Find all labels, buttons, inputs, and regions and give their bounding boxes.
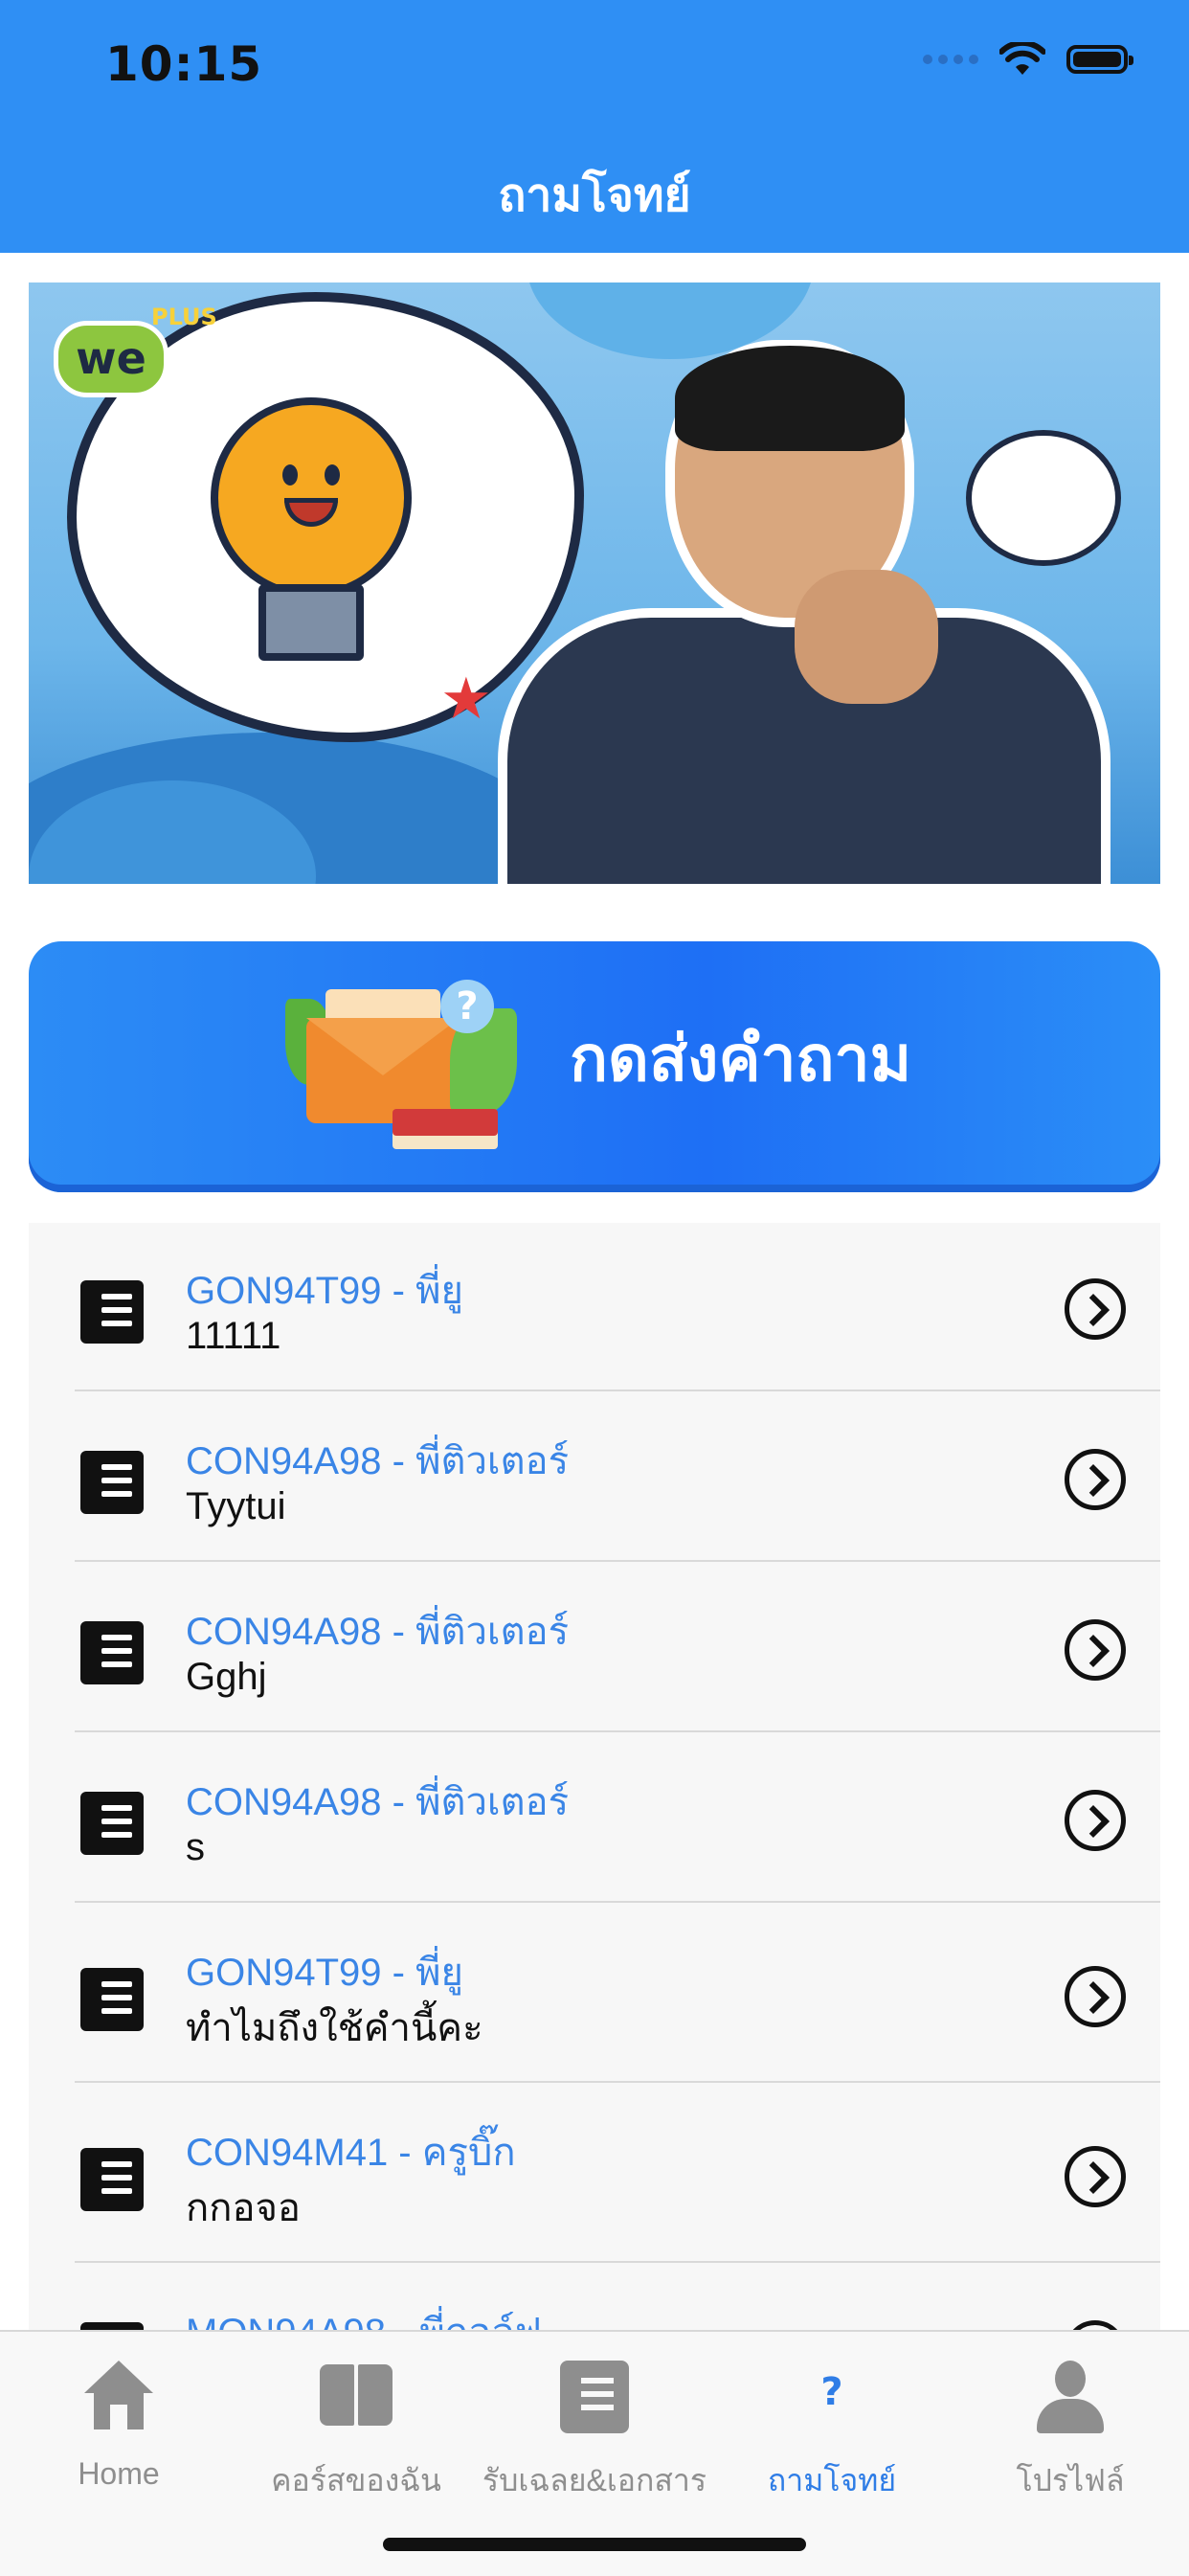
tab-ask-question[interactable]: ? ถามโจทย์ [713, 2351, 951, 2497]
battery-icon [1066, 45, 1133, 74]
document-icon [80, 1792, 144, 1855]
chevron-right-icon[interactable] [1065, 2146, 1126, 2207]
tab-label: ถามโจทย์ [767, 2463, 897, 2497]
send-question-button[interactable]: ? กดส่งคำถาม [29, 941, 1160, 1192]
page-title: ถามโจทย์ [498, 169, 691, 222]
question-title: GON94T99 - พี่ยู [186, 1270, 463, 1312]
document-icon [80, 2322, 144, 2330]
question-title: CON94M41 - ครูบิ๊ก [186, 2132, 516, 2174]
chevron-right-icon[interactable] [1065, 1619, 1126, 1681]
document-icon [80, 1968, 144, 2031]
book-icon [320, 2361, 393, 2429]
promo-banner[interactable]: we PLUS ★ [29, 282, 1160, 884]
home-icon [84, 2361, 153, 2429]
list-item[interactable]: CON94M41 - ครูบิ๊ก กกอจอ [29, 2085, 1160, 2263]
tab-label: Home [78, 2456, 160, 2491]
tab-label: รับเฉลย&เอกสาร [482, 2463, 707, 2497]
question-text: กกอจอ [186, 2187, 301, 2229]
document-icon [560, 2361, 629, 2433]
question-title: GON94T99 - พี่ยู [186, 1952, 463, 1994]
chevron-right-icon[interactable] [1065, 1966, 1126, 2027]
question-title: CON94A98 - พี่ติวเตอร์ [186, 1611, 570, 1653]
tutor-photo [479, 340, 1110, 884]
tab-label: คอร์สของฉัน [271, 2463, 441, 2497]
question-text: s [186, 1826, 205, 1868]
question-list[interactable]: GON94T99 - พี่ยู 11111 CON94A98 - พี่ติว… [29, 1223, 1160, 2330]
send-question-label: กดส่งคำถาม [570, 1023, 912, 1094]
tab-profile[interactable]: โปรไฟล์ [952, 2351, 1189, 2497]
list-item[interactable]: CON94A98 - พี่ติวเตอร์ Gghj [29, 1564, 1160, 1732]
document-icon [80, 1451, 144, 1514]
document-icon [80, 1621, 144, 1684]
question-text: Tyytui [186, 1485, 286, 1527]
we-plus-logo: we [54, 321, 168, 397]
question-text: Gghj [186, 1656, 267, 1698]
wifi-icon [999, 42, 1045, 75]
document-icon [80, 2148, 144, 2211]
we-plus-logo-suffix: PLUS [151, 304, 217, 330]
tab-my-courses[interactable]: คอร์สของฉัน [237, 2351, 475, 2497]
list-item[interactable]: CON94A98 - พี่ติวเตอร์ Tyytui [29, 1393, 1160, 1562]
tab-solutions-documents[interactable]: รับเฉลย&เอกสาร [476, 2351, 713, 2497]
status-time: 10:15 [105, 36, 263, 92]
header-bar: 10:15 ถามโจทย์ [0, 0, 1189, 253]
tab-label: โปรไฟล์ [1016, 2463, 1125, 2497]
chevron-right-icon[interactable] [1065, 1449, 1126, 1510]
list-item[interactable]: CON94A98 - พี่ติวเตอร์ s [29, 1734, 1160, 1903]
question-title: CON94A98 - พี่ติวเตอร์ [186, 1440, 570, 1482]
question-text: 11111 [186, 1315, 281, 1357]
question-bubble-icon: ? [440, 980, 494, 1033]
list-item[interactable]: GON94T99 - พี่ยู ทำไมถึงใช้คำนี้คะ [29, 1905, 1160, 2083]
list-item[interactable]: GON94T99 - พี่ยู 11111 [29, 1223, 1160, 1391]
question-icon: ? [820, 2370, 843, 2414]
tab-home[interactable]: Home [0, 2351, 237, 2495]
list-item[interactable]: MON94A98 - พี่กอล์ฟ [29, 2265, 1160, 2330]
books-icon [393, 1109, 498, 1136]
question-title: MON94A98 - พี่กอล์ฟ [186, 2301, 542, 2330]
chevron-right-icon[interactable] [1065, 1790, 1126, 1851]
profile-icon [1037, 2361, 1104, 2433]
document-icon [80, 1280, 144, 1344]
home-indicator [383, 2538, 806, 2551]
question-title: CON94A98 - พี่ติวเตอร์ [186, 1781, 570, 1823]
signal-icon [923, 55, 978, 64]
status-icons [923, 42, 1133, 77]
question-text: ทำไมถึงใช้คำนี้คะ [186, 2007, 483, 2049]
chevron-right-icon[interactable] [1065, 2320, 1126, 2330]
envelope-icon [306, 1018, 460, 1123]
chevron-right-icon[interactable] [1065, 1278, 1126, 1340]
